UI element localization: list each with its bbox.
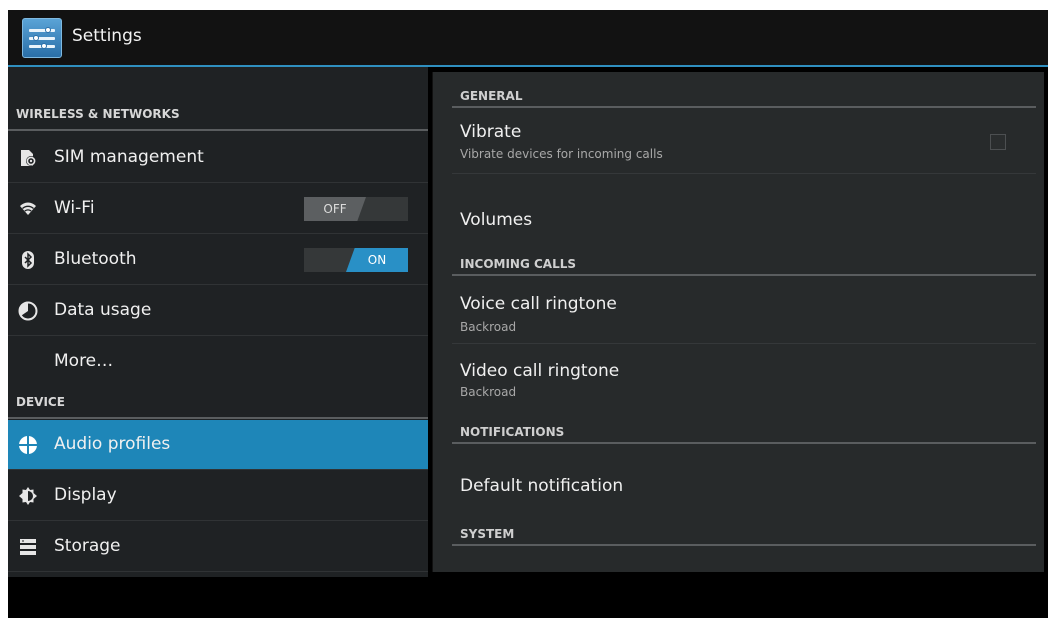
section-divider <box>8 129 428 131</box>
list-item-data-usage[interactable]: Data usage <box>8 286 428 336</box>
audio-profiles-detail-pane[interactable]: GENERAL Vibrate Vibrate devices for inco… <box>432 72 1044 572</box>
list-item-display[interactable]: Display <box>8 471 428 521</box>
bluetooth-toggle[interactable]: ON <box>304 248 408 272</box>
setting-title: Video call ringtone <box>460 361 620 381</box>
section-divider <box>452 544 1036 546</box>
list-item-label: More… <box>54 351 114 371</box>
section-header-wireless: WIRELESS & NETWORKS <box>8 107 428 131</box>
list-item-audio-profiles[interactable]: Audio profiles <box>8 420 428 470</box>
vibrate-checkbox[interactable] <box>990 134 1006 150</box>
list-item-sim-management[interactable]: SIM management <box>8 133 428 183</box>
list-item-wifi[interactable]: Wi-Fi OFF <box>8 184 428 234</box>
section-header-general: GENERAL <box>452 78 1036 108</box>
display-icon <box>19 487 37 505</box>
section-header-label: DEVICE <box>16 395 65 409</box>
setting-title: Voice call ringtone <box>460 294 617 314</box>
bluetooth-icon <box>22 251 34 269</box>
settings-categories-list[interactable]: WIRELESS & NETWORKS SIM management Wi-Fi… <box>8 67 428 577</box>
settings-sliders-icon[interactable] <box>22 18 62 58</box>
setting-title: Default notification <box>460 476 624 496</box>
section-header-system: SYSTEM <box>452 516 1036 546</box>
list-item-label: Storage <box>54 536 121 556</box>
setting-summary: Vibrate devices for incoming calls <box>460 147 663 161</box>
setting-video-call-ringtone[interactable]: Video call ringtone Backroad <box>452 345 1036 409</box>
setting-default-notification[interactable]: Default notification <box>452 446 1036 512</box>
section-header-label: INCOMING CALLS <box>460 257 577 271</box>
wifi-icon <box>20 202 36 215</box>
section-divider <box>452 442 1036 444</box>
list-item-label: Wi-Fi <box>54 198 95 218</box>
wifi-toggle[interactable]: OFF <box>304 197 408 221</box>
list-item-label: Data usage <box>54 300 152 320</box>
section-header-label: WIRELESS & NETWORKS <box>16 107 180 121</box>
setting-volumes[interactable]: Volumes <box>452 176 1036 242</box>
setting-summary: Backroad <box>460 320 517 334</box>
action-bar: Settings <box>8 10 1048 67</box>
setting-title: Volumes <box>460 210 533 230</box>
toggle-state-label: ON <box>346 248 408 272</box>
list-item-bluetooth[interactable]: Bluetooth ON <box>8 235 428 285</box>
toggle-state-label: OFF <box>304 197 366 221</box>
setting-summary: Backroad <box>460 385 517 399</box>
section-header-label: SYSTEM <box>460 527 515 541</box>
device-screen: Settings WIRELESS & NETWORKS SIM managem… <box>8 10 1048 618</box>
data-usage-icon <box>18 301 38 321</box>
section-header-notifications: NOTIFICATIONS <box>452 414 1036 444</box>
sim-icon <box>21 150 36 166</box>
list-item-label: Bluetooth <box>54 249 137 269</box>
section-divider <box>452 106 1036 108</box>
app-title: Settings <box>72 26 142 46</box>
section-header-incoming-calls: INCOMING CALLS <box>452 246 1036 276</box>
list-item-label: SIM management <box>54 147 204 167</box>
storage-icon <box>20 539 36 555</box>
list-item-label: Display <box>54 485 117 505</box>
section-header-label: NOTIFICATIONS <box>460 425 565 439</box>
list-item-more[interactable]: More… <box>8 337 428 387</box>
audio-profiles-icon <box>18 435 38 455</box>
navigation-bar <box>8 577 1048 618</box>
section-divider <box>8 417 428 419</box>
section-header-device: DEVICE <box>8 395 428 419</box>
setting-voice-call-ringtone[interactable]: Voice call ringtone Backroad <box>452 278 1036 344</box>
section-divider <box>452 274 1036 276</box>
list-item-label: Audio profiles <box>54 434 171 454</box>
setting-title: Vibrate <box>460 122 522 142</box>
section-header-label: GENERAL <box>460 89 523 103</box>
list-item-storage[interactable]: Storage <box>8 522 428 572</box>
setting-vibrate[interactable]: Vibrate Vibrate devices for incoming cal… <box>452 110 1036 174</box>
